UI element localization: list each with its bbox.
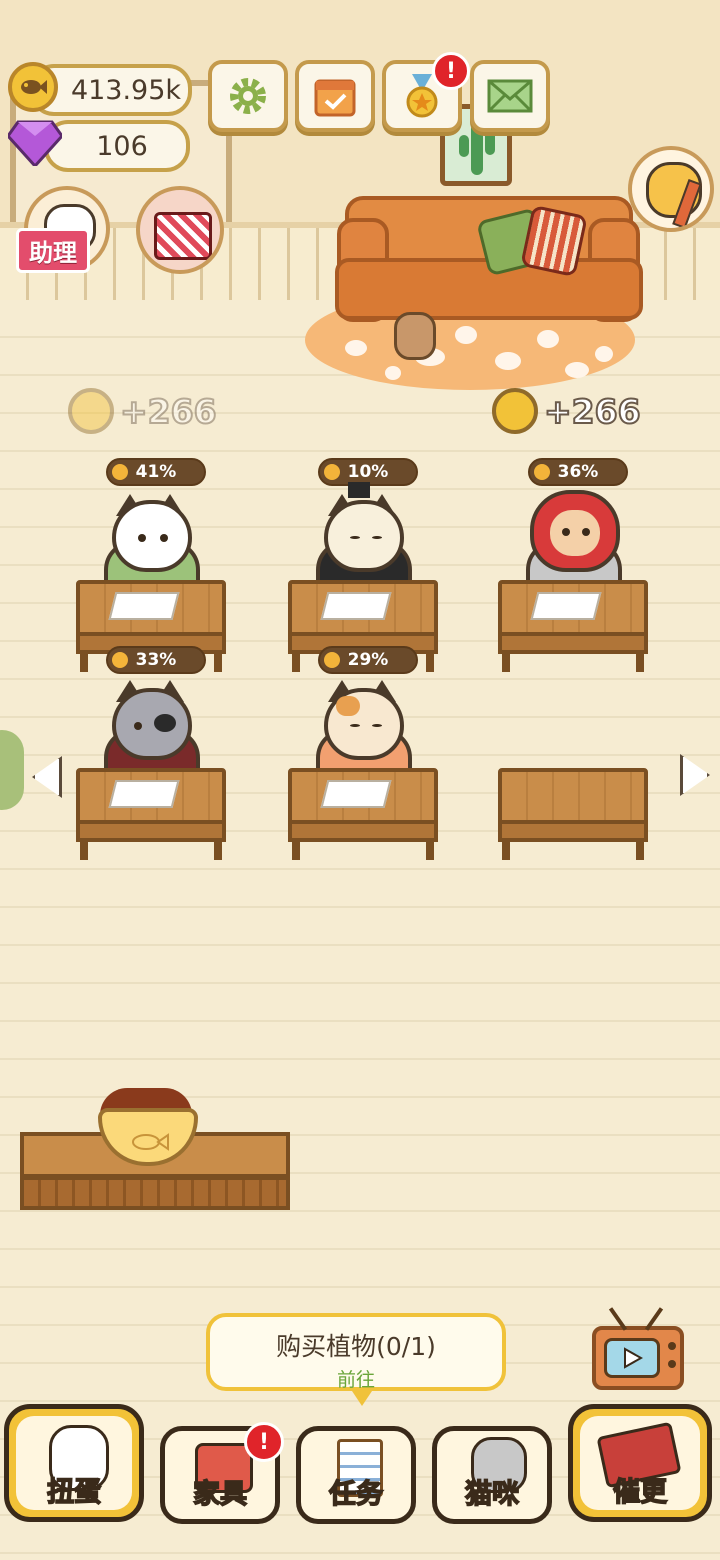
food-table-front bbox=[20, 1176, 290, 1210]
achievements-alert-badge: ! bbox=[432, 52, 470, 90]
student-progress: 33% bbox=[106, 646, 206, 674]
paper bbox=[108, 780, 180, 808]
progress-label: 33% bbox=[135, 650, 177, 670]
mail-icon bbox=[487, 79, 533, 113]
empty-desk[interactable] bbox=[498, 768, 648, 824]
earning-amount-left: +266 bbox=[119, 391, 218, 432]
urge-label: 催更 bbox=[612, 1476, 668, 1509]
student-cat-white[interactable] bbox=[112, 500, 192, 572]
progress-dot bbox=[112, 652, 128, 668]
bubble-tail bbox=[350, 1388, 374, 1406]
bush bbox=[0, 730, 24, 810]
coin-amount: 413.95k bbox=[70, 74, 182, 106]
furniture-alert-badge: ! bbox=[244, 1422, 284, 1462]
gem-icon bbox=[8, 120, 62, 166]
student-progress: 36% bbox=[528, 458, 628, 486]
gear-icon bbox=[230, 78, 266, 114]
assistant-label: 助理 bbox=[16, 228, 90, 273]
furniture-label: 家具 bbox=[192, 1478, 248, 1511]
gem-counter: 106 bbox=[44, 120, 190, 172]
play-icon bbox=[624, 1347, 643, 1369]
gacha-button[interactable]: 扭蛋 bbox=[4, 1404, 144, 1522]
shop-cart-icon bbox=[154, 212, 212, 260]
progress-dot bbox=[324, 464, 340, 480]
progress-label: 41% bbox=[135, 462, 177, 482]
teddy-bear bbox=[394, 312, 436, 360]
tasks-button[interactable]: 任务 bbox=[296, 1426, 416, 1524]
tasks-label: 任务 bbox=[328, 1478, 384, 1511]
cats-label: 猫咪 bbox=[464, 1478, 520, 1511]
student-cat-calico[interactable] bbox=[324, 688, 404, 760]
task-bubble[interactable]: 购买植物(0/1) 前往 bbox=[206, 1313, 506, 1391]
student-progress: 41% bbox=[106, 458, 206, 486]
task-title: 购买植物(0/1) bbox=[276, 1332, 436, 1361]
calendar-icon bbox=[314, 79, 356, 117]
paper bbox=[320, 780, 392, 808]
fish-coin-icon bbox=[492, 388, 538, 434]
student-progress: 29% bbox=[318, 646, 418, 674]
cats-button[interactable]: 猫咪 bbox=[432, 1426, 552, 1524]
mail-button[interactable] bbox=[470, 60, 550, 132]
pencil-cat-button[interactable] bbox=[628, 146, 714, 232]
shop-cart-button[interactable] bbox=[136, 186, 224, 274]
progress-dot bbox=[112, 464, 128, 480]
progress-label: 29% bbox=[347, 650, 389, 670]
earning-indicator-left: +266 bbox=[68, 388, 218, 434]
top-hat bbox=[348, 482, 370, 498]
fish-coin-icon bbox=[8, 62, 58, 112]
fish-icon bbox=[132, 1133, 169, 1151]
gacha-label: 扭蛋 bbox=[46, 1476, 102, 1509]
progress-dot bbox=[534, 464, 550, 480]
earning-amount-right: +266 bbox=[543, 391, 642, 432]
paper bbox=[320, 592, 392, 620]
settings-button[interactable] bbox=[208, 60, 288, 132]
student-cat-tophat[interactable] bbox=[324, 500, 404, 572]
earning-indicator-right: +266 bbox=[492, 388, 642, 434]
student-cat-redhood[interactable] bbox=[530, 490, 620, 572]
paper bbox=[530, 592, 602, 620]
gem-amount: 106 bbox=[96, 130, 148, 162]
paper bbox=[108, 592, 180, 620]
fish-coin-icon bbox=[68, 388, 114, 434]
student-cat-pirate[interactable] bbox=[112, 688, 192, 760]
progress-dot bbox=[324, 652, 340, 668]
urge-button[interactable]: 催更 bbox=[568, 1404, 712, 1522]
calendar-button[interactable] bbox=[295, 60, 375, 132]
eye-patch bbox=[154, 714, 176, 732]
tv-screen bbox=[604, 1338, 660, 1378]
video-ad-button[interactable] bbox=[592, 1326, 684, 1390]
progress-label: 36% bbox=[557, 462, 599, 482]
progress-label: 10% bbox=[347, 462, 389, 482]
